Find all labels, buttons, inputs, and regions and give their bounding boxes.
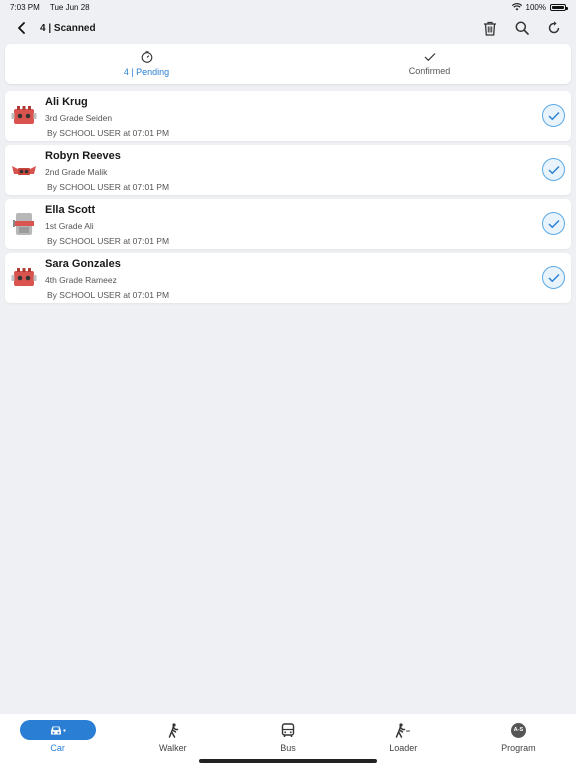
refresh-icon <box>548 21 560 34</box>
nav-car-label: Car <box>50 743 65 753</box>
nav-car[interactable]: Car <box>0 714 115 768</box>
delete-button[interactable] <box>480 18 500 38</box>
check-icon <box>548 165 559 174</box>
tab-confirmed[interactable]: Confirmed <box>288 44 571 84</box>
status-time: 7:03 PM <box>10 2 40 12</box>
student-name: Sara Gonzales <box>45 258 121 270</box>
header-bar: 4 | Scanned <box>0 14 576 42</box>
student-avatar <box>13 213 34 235</box>
battery-percent: 100% <box>525 2 546 12</box>
scanned-by: By SCHOOL USER at 07:01 PM <box>47 182 170 192</box>
list-item[interactable]: Ella Scott 1st Grade Ali By SCHOOL USER … <box>5 199 571 249</box>
nav-program[interactable]: A-S Program <box>461 714 576 768</box>
student-grade: 2nd Grade Malik <box>45 167 108 177</box>
home-indicator[interactable] <box>199 759 377 763</box>
check-icon <box>548 219 559 228</box>
student-grade: 1st Grade Ali <box>45 221 94 231</box>
chevron-left-icon <box>18 22 25 34</box>
scanned-by: By SCHOOL USER at 07:01 PM <box>47 290 170 300</box>
program-icon: A-S <box>510 722 526 738</box>
student-grade: 4th Grade Rameez <box>45 275 117 285</box>
list-item[interactable]: Sara Gonzales 4th Grade Rameez By SCHOOL… <box>5 253 571 303</box>
bus-icon <box>281 722 295 737</box>
app-root: 7:03 PM Tue Jun 28 100% 4 | Scanned 4 | … <box>0 0 576 768</box>
timer-icon <box>141 51 152 63</box>
search-button[interactable] <box>512 18 532 38</box>
check-icon <box>548 273 559 282</box>
car-icon <box>50 726 66 735</box>
scanned-by: By SCHOOL USER at 07:01 PM <box>47 128 170 138</box>
student-name: Ali Krug <box>45 96 88 108</box>
search-icon <box>515 21 529 35</box>
nav-loader-label: Loader <box>389 743 418 753</box>
student-avatar <box>11 106 37 124</box>
status-date: Tue Jun 28 <box>49 2 90 12</box>
nav-program-label: Program <box>501 743 536 753</box>
list-item[interactable]: Robyn Reeves 2nd Grade Malik By SCHOOL U… <box>5 145 571 195</box>
student-name: Robyn Reeves <box>45 150 121 162</box>
confirm-button[interactable] <box>542 158 565 181</box>
nav-walker-label: Walker <box>158 743 187 753</box>
status-bar: 7:03 PM Tue Jun 28 100% <box>0 0 576 14</box>
battery-icon <box>550 3 568 11</box>
wifi-icon <box>511 3 522 11</box>
confirm-button[interactable] <box>542 104 565 127</box>
tab-confirmed-label: Confirmed <box>408 66 451 76</box>
refresh-button[interactable] <box>544 18 564 38</box>
tab-pending[interactable]: 4 | Pending <box>5 44 288 84</box>
confirm-button[interactable] <box>542 212 565 235</box>
back-button[interactable] <box>12 18 32 38</box>
page-title: 4 | Scanned <box>40 22 96 34</box>
walker-icon <box>168 722 179 738</box>
check-icon <box>424 53 435 62</box>
student-grade: 3rd Grade Seiden <box>45 113 113 123</box>
scanned-by: By SCHOOL USER at 07:01 PM <box>47 236 170 246</box>
nav-bus-label: Bus <box>280 743 296 753</box>
loader-icon <box>395 722 411 738</box>
student-name: Ella Scott <box>45 204 96 216</box>
status-tabs: 4 | Pending Confirmed <box>5 44 571 84</box>
check-icon <box>548 111 559 120</box>
confirm-button[interactable] <box>542 266 565 289</box>
tab-pending-label: 4 | Pending <box>123 67 170 77</box>
trash-icon <box>484 21 496 36</box>
list-item[interactable]: Ali Krug 3rd Grade Seiden By SCHOOL USER… <box>5 91 571 141</box>
student-avatar <box>11 268 37 286</box>
student-list: Ali Krug 3rd Grade Seiden By SCHOOL USER… <box>5 91 571 307</box>
student-avatar <box>12 166 36 175</box>
